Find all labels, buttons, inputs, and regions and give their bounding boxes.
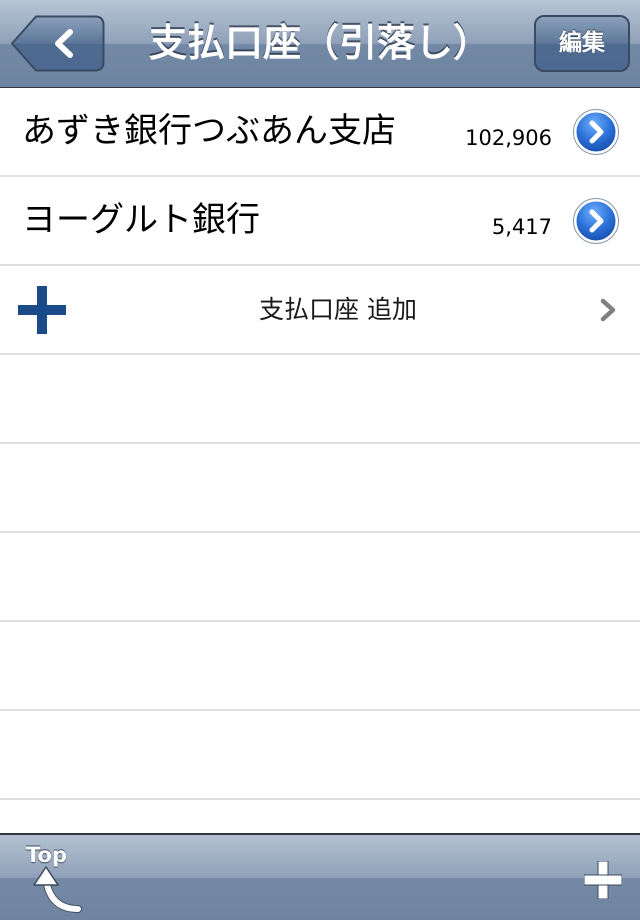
page-title: 支払口座（引落し） bbox=[148, 21, 491, 65]
account-amount: 5,417 bbox=[491, 215, 552, 239]
empty-row bbox=[0, 800, 640, 833]
add-button[interactable] bbox=[583, 860, 623, 900]
top-button[interactable]: Top bbox=[22, 841, 86, 915]
list-item-account[interactable]: あずき銀行つぶあん支店 102,906 bbox=[0, 88, 640, 177]
back-button[interactable] bbox=[10, 15, 105, 72]
blue-disclosure-icon[interactable] bbox=[573, 198, 619, 244]
top-label: Top bbox=[26, 843, 67, 867]
blue-disclosure-icon[interactable] bbox=[573, 109, 619, 155]
bottom-toolbar: Top bbox=[0, 833, 640, 920]
back-button-shape bbox=[11, 15, 105, 72]
screen: 支払口座（引落し） 編集 あずき銀行つぶあん支店 102,906 ヨーグルト銀行… bbox=[0, 0, 640, 920]
empty-row bbox=[0, 711, 640, 800]
add-account-row[interactable]: 支払口座 追加 bbox=[0, 266, 640, 355]
account-amount: 102,906 bbox=[465, 126, 552, 150]
account-list: あずき銀行つぶあん支店 102,906 ヨーグルト銀行 5,417 支払口座 追… bbox=[0, 88, 640, 833]
empty-row bbox=[0, 355, 640, 444]
account-name: あずき銀行つぶあん支店 bbox=[22, 111, 396, 151]
list-item-account[interactable]: ヨーグルト銀行 5,417 bbox=[0, 177, 640, 266]
account-name: ヨーグルト銀行 bbox=[22, 200, 260, 240]
empty-row bbox=[0, 533, 640, 622]
plus-icon bbox=[583, 860, 623, 900]
chevron-right-icon bbox=[598, 296, 620, 324]
navigation-bar: 支払口座（引落し） 編集 bbox=[0, 0, 640, 88]
empty-row bbox=[0, 622, 640, 711]
edit-button[interactable]: 編集 bbox=[534, 15, 630, 72]
curved-up-arrow-icon bbox=[28, 865, 84, 919]
add-account-label: 支払口座 追加 bbox=[259, 295, 417, 324]
empty-row bbox=[0, 444, 640, 533]
